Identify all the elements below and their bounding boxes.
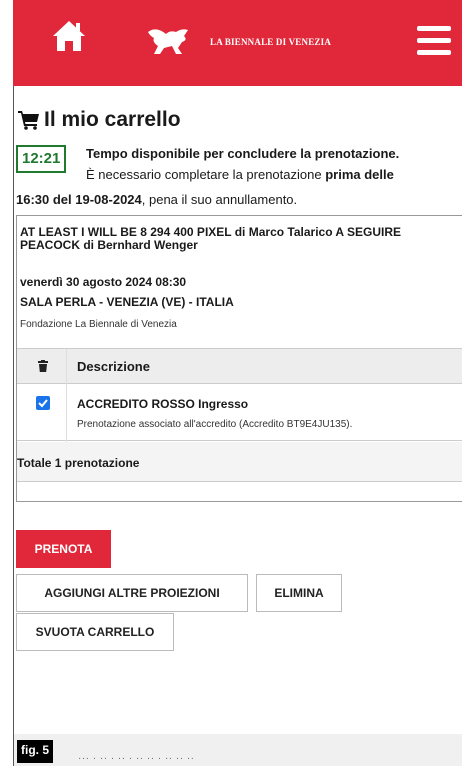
total-text: Totale 1 prenotazione — [17, 456, 140, 470]
delete-button[interactable]: ELIMINA — [256, 574, 342, 612]
deadline-datetime: 16:30 del 19-08-2024 — [16, 192, 142, 207]
column-divider — [66, 349, 67, 442]
table-row — [17, 385, 462, 441]
countdown-timer: 12:21 — [16, 145, 67, 173]
top-header-bar: LA BIENNALE DI VENEZIA — [13, 0, 462, 86]
reservation-note: Prenotazione associato all'accredito (Ac… — [77, 419, 353, 430]
empty-cart-button[interactable]: SVUOTA CARRELLO — [16, 613, 174, 651]
reservation-checkbox[interactable] — [36, 396, 50, 410]
hamburger-menu-icon[interactable] — [417, 26, 451, 56]
page-title: Il mio carrello — [18, 108, 181, 132]
add-screenings-button[interactable]: AGGIUNGI ALTRE PROIEZIONI — [16, 574, 248, 612]
brand-name[interactable]: LA BIENNALE DI VENEZIA — [210, 37, 331, 47]
prenota-button[interactable]: PRENOTA — [16, 530, 111, 568]
cart-icon — [18, 111, 39, 130]
time-available-text: Tempo disponibile per concludere la pren… — [86, 146, 400, 161]
footer-text: ··· · ·· · ·· · ·· ·· · ·· ·· ·· — [78, 753, 195, 764]
page-title-text: Il mio carrello — [44, 108, 181, 131]
reservation-name: ACCREDITO ROSSO Ingresso — [77, 397, 249, 411]
event-date: venerdì 30 agosto 2024 08:30 — [20, 275, 187, 289]
event-title: AT LEAST I WILL BE 8 294 400 PIXEL di Ma… — [20, 225, 401, 252]
figure-badge: fig. 5 — [17, 740, 54, 763]
deadline-datetime-line: 16:30 del 19-08-2024, pena il suo annull… — [16, 192, 297, 207]
home-icon[interactable] — [51, 18, 87, 54]
deadline-text-bold: prima delle — [325, 167, 394, 182]
deadline-text-line: È necessario completare la prenotazione … — [86, 167, 394, 182]
event-venue: SALA PERLA - VENEZIA (VE) - ITALIA — [20, 295, 234, 309]
event-organizer: Fondazione La Biennale di Venezia — [20, 319, 177, 330]
deadline-text-post: , pena il suo annullamento. — [141, 192, 298, 207]
column-header-description: Descrizione — [77, 359, 150, 374]
check-icon — [38, 399, 48, 408]
winged-lion-logo[interactable] — [146, 26, 190, 56]
trash-icon[interactable] — [38, 360, 48, 372]
page-border — [13, 86, 14, 766]
deadline-text-pre: È necessario completare la prenotazione — [86, 167, 326, 182]
